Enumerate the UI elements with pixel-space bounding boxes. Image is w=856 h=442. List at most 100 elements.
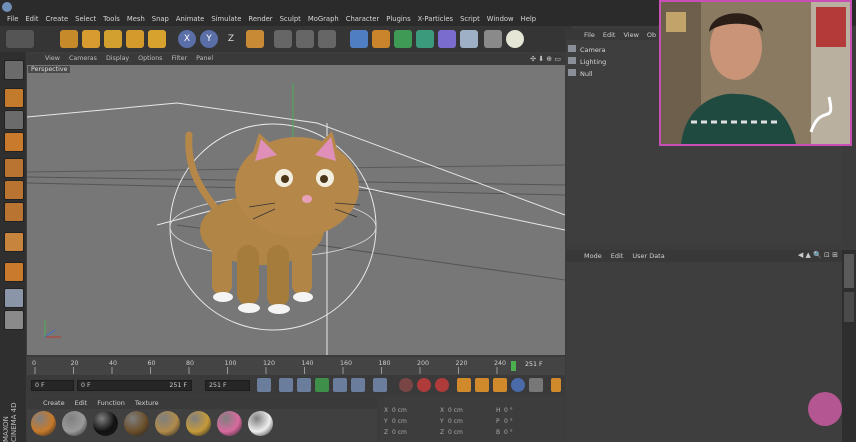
object-item-lighting[interactable]: Lighting (568, 57, 656, 66)
menu-file[interactable]: File (7, 15, 18, 23)
key-pla-icon[interactable] (529, 378, 543, 392)
select-tool-icon[interactable] (60, 30, 78, 48)
material-swatch-icon[interactable] (62, 411, 87, 436)
object-item-camera[interactable]: Camera (568, 45, 656, 54)
menu-snap[interactable]: Snap (152, 15, 169, 23)
scale-tool-icon[interactable] (104, 30, 122, 48)
menu-help[interactable]: Help (521, 15, 537, 23)
menu-plugins[interactable]: Plugins (386, 15, 410, 23)
cloner-icon[interactable] (416, 30, 434, 48)
menu-select[interactable]: Select (75, 15, 96, 23)
viewport-menu-panel[interactable]: Panel (196, 55, 213, 62)
timeline-playhead[interactable] (511, 361, 516, 371)
render-settings-icon[interactable] (318, 30, 336, 48)
perspective-viewport[interactable]: Perspective (27, 65, 565, 355)
autokey-icon[interactable] (417, 378, 431, 392)
material-menu-edit[interactable]: Edit (75, 399, 88, 407)
attribute-menu-user-data[interactable]: User Data (632, 252, 664, 260)
menu-mesh[interactable]: Mesh (127, 15, 145, 23)
attribute-nav-icons[interactable]: ◀ ▲ 🔍 ⊡ ⊞ (798, 251, 838, 259)
menu-character[interactable]: Character (346, 15, 380, 23)
preview-range-slider[interactable]: 0 F 251 F (77, 380, 192, 391)
go-to-end-icon[interactable] (373, 378, 387, 392)
material-menu-create[interactable]: Create (43, 399, 65, 407)
menu-mograph[interactable]: MoGraph (308, 15, 339, 23)
material-swatch-icon[interactable] (248, 411, 273, 436)
camera-icon[interactable] (484, 30, 502, 48)
layers-tab[interactable] (844, 292, 854, 322)
key-help-icon[interactable] (435, 378, 449, 392)
attribute-menu-edit[interactable]: Edit (611, 252, 624, 260)
menu-x-particles[interactable]: X-Particles (418, 15, 453, 23)
coord-av[interactable]: 0 cm (392, 418, 440, 425)
material-swatch-icon[interactable] (31, 411, 56, 436)
x-axis-button[interactable]: X (178, 30, 196, 48)
menu-script[interactable]: Script (460, 15, 480, 23)
record-keys-icon[interactable] (399, 378, 413, 392)
coord-bv[interactable]: 0 cm (448, 407, 496, 414)
key-param-icon[interactable] (511, 378, 525, 392)
attribute-menu-mode[interactable]: Mode (584, 252, 602, 260)
object-menu-file[interactable]: File (584, 31, 595, 39)
rotate-tool-icon[interactable] (126, 30, 144, 48)
previous-key-icon[interactable] (279, 378, 293, 392)
object-menu-edit[interactable]: Edit (603, 31, 616, 39)
coordinate-system-icon[interactable] (246, 30, 264, 48)
material-swatch-icon[interactable] (155, 411, 180, 436)
subdivision-surface-icon[interactable] (394, 30, 412, 48)
viewport-menu-cameras[interactable]: Cameras (69, 55, 97, 62)
axis-mode-icon[interactable] (4, 232, 24, 252)
material-swatch-icon[interactable] (124, 411, 149, 436)
make-editable-icon[interactable] (4, 60, 24, 80)
attributes-tab[interactable] (844, 254, 854, 288)
snap-icon[interactable] (4, 262, 24, 282)
coord-av[interactable]: 0 cm (392, 429, 440, 436)
spline-pen-icon[interactable] (372, 30, 390, 48)
viewport-menu-filter[interactable]: Filter (171, 55, 187, 62)
play-icon[interactable] (315, 378, 329, 392)
material-swatch-icon[interactable] (93, 411, 118, 436)
key-position-icon[interactable] (457, 378, 471, 392)
texture-mode-icon[interactable] (4, 110, 24, 130)
coord-bv[interactable]: 0 cm (448, 418, 496, 425)
y-axis-button[interactable]: Y (200, 30, 218, 48)
menu-simulate[interactable]: Simulate (211, 15, 241, 23)
menu-render[interactable]: Render (248, 15, 272, 23)
menu-animate[interactable]: Animate (176, 15, 204, 23)
polygons-mode-icon[interactable] (4, 202, 24, 222)
viewport-menu-view[interactable]: View (45, 55, 60, 62)
deformer-icon[interactable] (438, 30, 456, 48)
material-menu-texture[interactable]: Texture (135, 399, 159, 407)
next-frame-icon[interactable] (333, 378, 347, 392)
last-tool-icon[interactable] (148, 30, 166, 48)
floor-icon[interactable] (460, 30, 478, 48)
undo-icon[interactable] (6, 30, 34, 48)
menu-tools[interactable]: Tools (103, 15, 120, 23)
timeline-settings-icon[interactable] (551, 378, 561, 392)
object-menu-view[interactable]: View (623, 31, 638, 39)
key-rotation-icon[interactable] (493, 378, 507, 392)
light-icon[interactable] (506, 30, 524, 48)
end-frame-field[interactable]: 251 F (205, 380, 250, 391)
coord-av[interactable]: 0 cm (392, 407, 440, 414)
coord-bv[interactable]: 0 cm (448, 429, 496, 436)
coord-cv[interactable]: 0 ° (504, 407, 552, 414)
coord-cv[interactable]: 0 ° (504, 418, 552, 425)
object-item-null[interactable]: Null (568, 69, 656, 78)
key-scale-icon[interactable] (475, 378, 489, 392)
render-view-icon[interactable] (274, 30, 292, 48)
material-swatch-icon[interactable] (217, 411, 242, 436)
viewport-menu-display[interactable]: Display (106, 55, 129, 62)
next-key-icon[interactable] (351, 378, 365, 392)
object-menu-ob[interactable]: Ob (647, 31, 656, 39)
go-to-start-icon[interactable] (257, 378, 271, 392)
menu-edit[interactable]: Edit (25, 15, 38, 23)
viewport-menu-options[interactable]: Options (138, 55, 162, 62)
move-tool-icon[interactable] (82, 30, 100, 48)
menu-create[interactable]: Create (46, 15, 69, 23)
coord-cv[interactable]: 0 ° (504, 429, 552, 436)
cube-icon[interactable] (350, 30, 368, 48)
render-picture-viewer-icon[interactable] (296, 30, 314, 48)
workplane-icon[interactable] (4, 132, 24, 152)
lock-workplane-icon[interactable] (4, 310, 24, 330)
